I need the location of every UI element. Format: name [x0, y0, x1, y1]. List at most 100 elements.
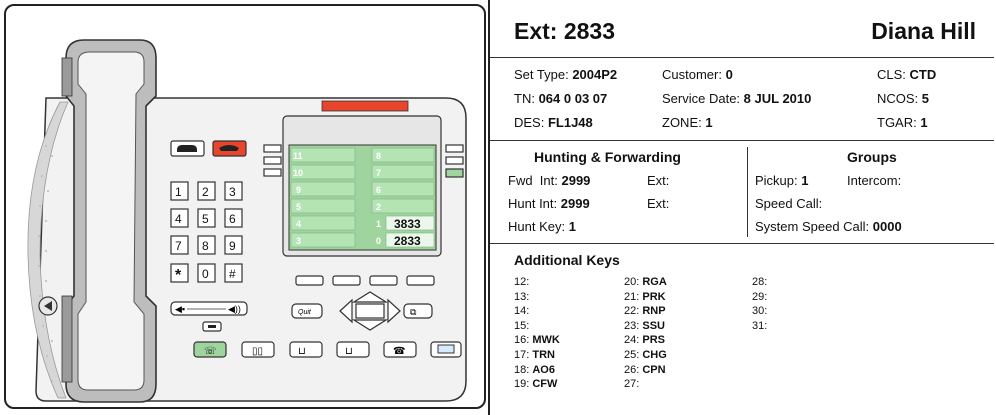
- keys-column-1: 12: 13: 14: 15: 16: MWK 17: TRN 18: AO6 …: [514, 275, 560, 392]
- lcd-key-1-extension: 3833: [394, 217, 421, 231]
- system-speed-call-value: 0000: [872, 219, 902, 234]
- outbox-button[interactable]: [336, 341, 370, 358]
- key-value: RNP: [642, 305, 666, 318]
- keys-column-3: 28: 29: 30: 31:: [752, 275, 767, 333]
- soft-key-4[interactable]: [406, 275, 435, 286]
- system-speed-call-field: System Speed Call: 0000: [755, 219, 902, 234]
- soft-key-3[interactable]: [369, 275, 398, 286]
- lcd-key-label: 5: [296, 202, 301, 212]
- dial-label: *: [175, 267, 182, 284]
- copy-button[interactable]: [403, 303, 433, 319]
- fwd-int-field: Fwd Int: 2999: [508, 173, 590, 188]
- key-number: 12:: [514, 276, 530, 288]
- ext-value: 2833: [563, 18, 616, 44]
- lcd-key-0-extension: 2833: [394, 234, 421, 248]
- tgar-label: TGAR:: [877, 115, 917, 130]
- quit-label: Quit: [298, 309, 312, 316]
- key-number: 29:: [752, 290, 768, 303]
- key-row: 18: AO6: [514, 363, 560, 378]
- line-key-10[interactable]: [263, 156, 282, 165]
- key-row: 20: RGA: [624, 275, 667, 290]
- line-key-9[interactable]: [263, 168, 282, 177]
- dial-label: 2: [202, 185, 209, 199]
- soft-key-2[interactable]: [332, 275, 361, 286]
- message-waiting-bar: [321, 100, 409, 112]
- dial-label: 3: [229, 185, 236, 199]
- key-value: PRK: [642, 290, 666, 303]
- line-key-11[interactable]: [263, 144, 282, 153]
- key-number: 15:: [514, 319, 530, 332]
- tn-field: TN: 064 0 03 07: [514, 91, 607, 106]
- lcd-key-label: 10: [293, 168, 303, 178]
- left-line-keys: [263, 144, 282, 177]
- tn-value: 064 0 03 07: [538, 91, 608, 106]
- key-row: 21: PRK: [624, 290, 667, 305]
- key-number: 22:: [624, 305, 640, 318]
- pickup-value: 1: [801, 173, 809, 188]
- additional-keys-section: Additional Keys 12: 13: 14: 15: 16: MWK …: [490, 244, 994, 415]
- extension-info-panel: Ext: 2833 Diana Hill Set Type: 2004P2 Cu…: [488, 0, 994, 415]
- line-key-7[interactable]: [445, 156, 464, 165]
- key-number: 21:: [624, 290, 640, 303]
- lcd-key-label: 9: [296, 185, 301, 195]
- copy-icon: ⧉: [410, 307, 417, 317]
- line-key-8[interactable]: [445, 144, 464, 153]
- key-number: 17:: [514, 348, 530, 361]
- tn-label: TN:: [514, 91, 535, 106]
- line-key-6[interactable]: [445, 168, 464, 178]
- dial-label: 0: [202, 267, 209, 281]
- cls-label: CLS:: [877, 67, 906, 82]
- fwd-int-label: Fwd Int:: [508, 173, 558, 188]
- key-row: 26: CPN: [624, 363, 667, 378]
- key-value: CHG: [642, 348, 667, 361]
- key-number: 18:: [514, 363, 530, 376]
- set-type-field: Set Type: 2004P2: [514, 67, 617, 82]
- lcd-key-label: 6: [376, 185, 381, 195]
- zone-field: ZONE: 1: [662, 115, 713, 130]
- key-number: 25:: [624, 348, 640, 361]
- groups-title: Groups: [847, 149, 897, 165]
- set-details-section: Set Type: 2004P2 Customer: 0 CLS: CTD TN…: [490, 58, 994, 141]
- key-value: MWK: [532, 334, 560, 347]
- inbox-button[interactable]: [289, 341, 323, 358]
- fwd-ext-label: Ext:: [647, 173, 670, 188]
- key-value: TRN: [532, 348, 555, 361]
- key-number: 31:: [752, 319, 768, 332]
- hunting-groups-section: Hunting & Forwarding Fwd Int: 2999 Ext: …: [490, 141, 994, 244]
- dial-label: #: [229, 267, 236, 281]
- service-date-field: Service Date: 8 JUL 2010: [662, 91, 811, 106]
- pickup-label: Pickup:: [755, 173, 798, 188]
- key-row: 25: CHG: [624, 348, 667, 363]
- conference-icon: ☎: [393, 346, 405, 357]
- dial-label: 7: [175, 239, 182, 253]
- customer-label: Customer:: [662, 67, 722, 82]
- nav-center[interactable]: [355, 303, 385, 319]
- hunt-ext-label: Ext:: [647, 196, 670, 211]
- lcd-key-label: 0: [376, 236, 381, 246]
- set-type-value: 2004P2: [572, 67, 618, 82]
- key-number: 14:: [514, 305, 530, 318]
- volume-down-icon: ◀▪: [175, 304, 185, 314]
- key-number: 27:: [624, 378, 640, 391]
- key-number: 16:: [514, 334, 530, 347]
- des-value: FL1J48: [547, 115, 593, 130]
- key-value: RGA: [642, 276, 667, 288]
- key-number: 30:: [752, 305, 768, 318]
- key-number: 19:: [514, 378, 530, 391]
- expand-icon: [437, 344, 455, 354]
- soft-key-1[interactable]: [295, 275, 324, 286]
- handset[interactable]: [61, 39, 157, 403]
- extension-header: Ext: 2833 Diana Hill: [490, 0, 994, 58]
- column-divider: [747, 147, 748, 237]
- key-row: 31:: [752, 319, 767, 334]
- hunt-key-value: 1: [568, 219, 576, 234]
- ncos-field: NCOS: 5: [877, 91, 929, 106]
- lcd-key-label: 1: [376, 219, 381, 229]
- speed-call-label: Speed Call:: [755, 196, 823, 211]
- hunt-int-field: Hunt Int: 2999: [508, 196, 590, 211]
- keys-column-2: 20: RGA 21: PRK 22: RNP 23: SSU 24: PRS …: [624, 275, 667, 392]
- intercom-label: Intercom:: [847, 173, 902, 188]
- customer-value: 0: [725, 67, 733, 82]
- des-field: DES: FL1J48: [514, 115, 593, 130]
- service-date-label: Service Date:: [662, 91, 741, 106]
